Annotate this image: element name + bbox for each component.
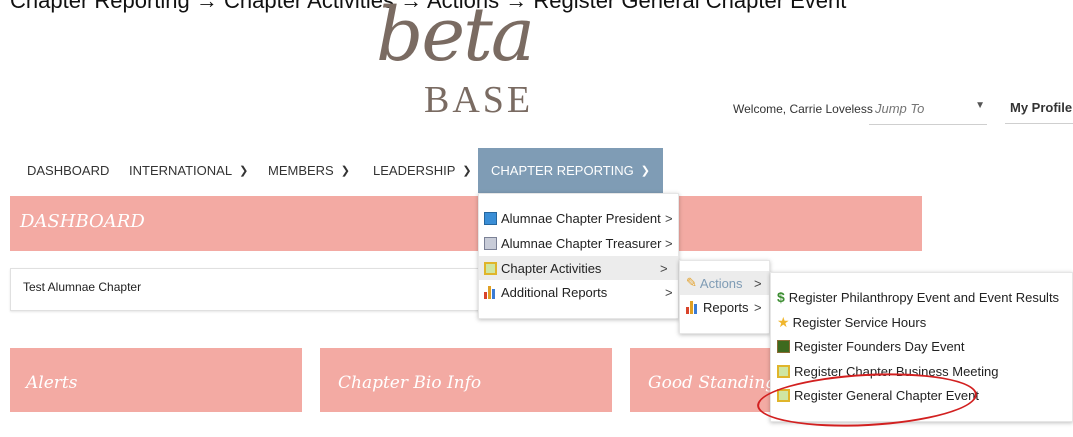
chevron-down-icon: ❯ <box>640 165 650 177</box>
calendar-icon <box>777 364 790 378</box>
logo-beta-text: beta <box>376 0 535 78</box>
bar-chart-icon <box>686 300 699 314</box>
nav-members[interactable]: MEMBERS ❯ <box>268 148 350 193</box>
nav-international-label: INTERNATIONAL <box>129 163 233 178</box>
menu-item-alumnae-treasurer[interactable]: Alumnae Chapter Treasurer > <box>484 231 674 255</box>
page-title: DASHBOARD <box>20 211 145 232</box>
chapter-activities-submenu: ✎ Actions > Reports > <box>679 260 770 334</box>
menu-item-additional-reports[interactable]: Additional Reports > <box>484 280 674 304</box>
chevron-down-icon: ❯ <box>239 165 249 177</box>
menu-item-actions[interactable]: ✎ Actions > <box>680 271 769 295</box>
menu-item-label: Actions <box>699 275 743 291</box>
document-icon <box>484 211 497 225</box>
jump-to-select[interactable]: ▼ <box>869 96 987 125</box>
chapter-reporting-dropdown: Alumnae Chapter President > Alumnae Chap… <box>478 193 679 319</box>
menu-item-label: Alumnae Chapter President <box>501 210 661 226</box>
chevron-right-icon: > <box>665 284 673 300</box>
caret-down-icon: ▼ <box>975 100 985 111</box>
jump-to-input[interactable] <box>873 100 967 117</box>
bar-chart-icon <box>484 285 497 299</box>
menu-item-label: Register Founders Day Event <box>794 338 965 354</box>
nav-chapter-reporting[interactable]: CHAPTER REPORTING ❯ <box>478 148 663 193</box>
menu-item-label: Register Philanthropy Event and Event Re… <box>788 289 1060 305</box>
chevron-down-icon: ❯ <box>462 165 472 177</box>
dollar-icon: $ <box>777 289 785 305</box>
alerts-title: Alerts <box>26 373 78 393</box>
menu-item-label: Reports <box>703 299 749 315</box>
presentation-board-icon <box>777 339 790 353</box>
nav-leadership-label: LEADERSHIP <box>373 163 456 178</box>
menu-item-register-philanthropy[interactable]: $ Register Philanthropy Event and Event … <box>777 285 1067 309</box>
chapter-bio-title: Chapter Bio Info <box>338 373 482 393</box>
menu-item-label: Alumnae Chapter Treasurer <box>501 235 662 251</box>
welcome-text: Welcome, Carrie Loveless <box>733 102 873 116</box>
menu-item-register-service-hours[interactable]: ★ Register Service Hours <box>777 310 1067 334</box>
star-icon: ★ <box>777 313 790 330</box>
calendar-icon <box>484 261 497 275</box>
nav-dashboard-label: DASHBOARD <box>27 163 110 178</box>
chevron-right-icon: > <box>665 235 673 251</box>
nav-members-label: MEMBERS <box>268 163 334 178</box>
chapter-name: Test Alumnae Chapter <box>23 280 142 294</box>
chevron-right-icon: > <box>660 260 668 276</box>
menu-item-reports[interactable]: Reports > <box>686 295 766 319</box>
pencil-icon: ✎ <box>686 275 697 290</box>
nav-dashboard[interactable]: DASHBOARD <box>27 148 109 193</box>
nav-leadership[interactable]: LEADERSHIP ❯ <box>373 148 472 193</box>
menu-item-chapter-activities[interactable]: Chapter Activities > <box>479 256 678 280</box>
menu-item-alumnae-president[interactable]: Alumnae Chapter President > <box>484 206 674 230</box>
nav-chapter-reporting-label: CHAPTER REPORTING <box>491 163 634 178</box>
chevron-down-icon: ❯ <box>340 165 350 177</box>
good-standing-title: Good Standing <box>648 373 777 393</box>
menu-item-register-founders-day[interactable]: Register Founders Day Event <box>777 334 1067 358</box>
dashboard-banner <box>10 196 922 251</box>
chevron-right-icon: > <box>665 210 673 226</box>
logo-base-text: BASE <box>424 79 534 121</box>
menu-item-label: Register Service Hours <box>792 314 927 330</box>
chevron-right-icon: > <box>754 275 762 291</box>
nav-international[interactable]: INTERNATIONAL ❯ <box>129 148 248 193</box>
my-profile-link[interactable]: My Profile <box>1005 94 1073 124</box>
menu-item-label: Chapter Activities <box>501 260 602 276</box>
calculator-icon <box>484 236 497 250</box>
menu-item-label: Additional Reports <box>501 284 608 300</box>
chevron-right-icon: > <box>754 299 762 315</box>
